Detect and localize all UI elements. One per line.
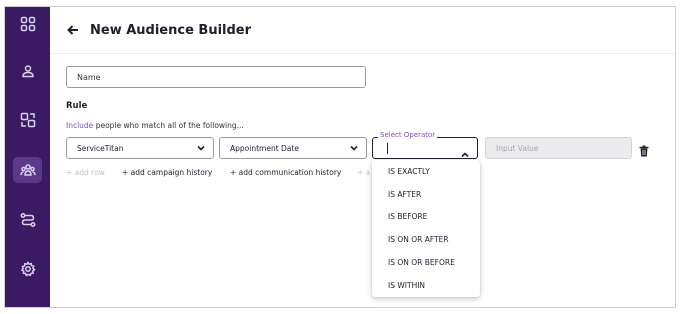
page-header: New Audience Builder [50,7,675,54]
add-campaign-history-link[interactable]: + add campaign history [122,168,212,177]
settings-gear-icon [20,261,36,277]
operator-option[interactable]: IS BEFORE [372,206,480,229]
rule-heading: Rule [66,101,88,111]
trash-icon [639,145,649,157]
add-row-link[interactable]: + add row [66,168,105,177]
sidebar-item-contacts[interactable] [13,58,42,84]
operator-dropdown-menu: IS EXACTLY IS AFTER IS BEFORE IS ON OR A… [372,160,480,297]
value-input[interactable] [485,137,632,159]
arrow-left-icon [67,25,78,35]
text-caret [387,143,388,154]
back-button[interactable] [66,23,80,37]
sidebar-item-settings[interactable] [13,256,42,282]
chevron-down-icon [350,144,358,152]
sidebar-item-campaigns[interactable] [13,107,42,133]
rule-description: Include people who match all of the foll… [66,121,244,130]
rule-description-text: people who match all of the following... [93,121,244,130]
operator-option[interactable]: IS ON OR AFTER [372,228,480,251]
include-mode-link[interactable]: Include [66,121,93,130]
delete-row-button[interactable] [638,142,650,157]
app-frame: New Audience Builder Rule Include people… [4,6,676,308]
operator-option[interactable]: IS WITHIN [372,274,480,297]
operator-select-label: Select Operator [378,131,438,139]
audience-icon [19,164,36,176]
add-communication-history-link[interactable]: + add communication history [230,168,341,177]
field-select[interactable]: Appointment Date [219,137,367,159]
chevron-down-icon [197,144,205,152]
sidebar-item-apps[interactable] [13,11,42,37]
chevron-up-icon [461,144,469,158]
operator-option[interactable]: IS ON OR BEFORE [372,251,480,274]
operator-option[interactable]: IS AFTER [372,183,480,206]
add-more-link[interactable]: + a [357,168,370,177]
shapes-icon [20,112,35,128]
apps-grid-icon [20,16,35,32]
sidebar-item-automations[interactable] [13,207,42,233]
sidebar [5,7,50,307]
workflow-icon [20,213,35,227]
user-icon [21,65,34,78]
operator-select[interactable]: Select Operator [372,131,478,159]
sidebar-item-audiences[interactable] [13,157,42,183]
operator-option[interactable]: IS EXACTLY [372,160,480,183]
source-select[interactable]: ServiceTitan [66,137,214,159]
audience-name-input[interactable] [66,66,366,88]
page-title: New Audience Builder [90,22,252,38]
source-select-value: ServiceTitan [77,143,124,153]
field-select-value: Appointment Date [230,143,299,153]
